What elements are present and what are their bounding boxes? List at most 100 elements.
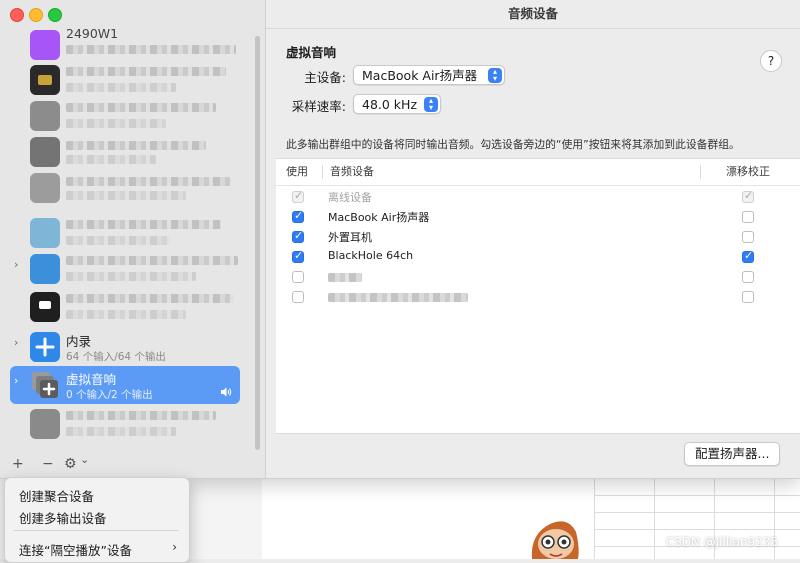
column-header-use[interactable]: 使用 (286, 159, 308, 185)
blurred-text (66, 427, 176, 436)
device-name: MacBook Air扬声器 (328, 211, 430, 224)
sidebar-scrollbar[interactable] (255, 36, 260, 450)
device-name: 虚拟音响 (66, 372, 117, 387)
blurred-text (66, 236, 171, 245)
device-item-blurred[interactable] (10, 405, 240, 443)
device-table: 使用 音频设备 漂移校正 ✓ 离线设备 ✓ ✓ MacBook Air扬声器 ✓… (276, 158, 800, 434)
close-window-button[interactable] (10, 8, 24, 22)
blurred-text (66, 155, 156, 164)
minimize-window-button[interactable] (29, 8, 43, 22)
drift-correction-checkbox[interactable] (742, 271, 754, 283)
blurred-text (66, 141, 206, 150)
blurred-text (66, 294, 234, 303)
device-title: 虚拟音响 (286, 45, 337, 60)
blurred-icon (30, 254, 60, 284)
blurred-text (66, 220, 221, 229)
master-device-label: 主设备: (304, 70, 346, 85)
remove-device-button[interactable]: − (42, 456, 54, 472)
disclosure-chevron-icon[interactable]: › (14, 374, 18, 387)
sample-rate-label: 采样速率: (291, 99, 346, 114)
menu-separator (13, 530, 179, 531)
menu-item-create-multi-output[interactable]: 创建多输出设备 (19, 508, 107, 527)
blurred-text (66, 67, 226, 76)
mascot-image (531, 521, 579, 559)
blurred-text (328, 293, 468, 302)
drift-correction-checkbox[interactable] (742, 231, 754, 243)
use-checkbox[interactable]: ✓ (292, 249, 304, 263)
sidebar-toolbar: + − ⚙︎ ⌄ (0, 452, 265, 478)
blurred-icon (30, 173, 60, 203)
blurred-icon-detail (38, 75, 52, 85)
device-io-count: 0 个输入/2 个输出 (66, 389, 153, 401)
monitor-icon (30, 30, 60, 60)
use-checkbox[interactable] (292, 271, 304, 283)
drift-correction-checkbox[interactable] (742, 211, 754, 223)
table-row (276, 267, 800, 287)
aggregate-device-icon (30, 332, 60, 362)
device-item-blurred[interactable] (10, 61, 240, 99)
table-row: ✓ MacBook Air扬声器 (276, 207, 800, 227)
column-divider (322, 165, 323, 179)
column-header-drift[interactable]: 漂移校正 (726, 159, 770, 185)
device-item-blurred[interactable] (10, 97, 240, 135)
device-io-count: 64 个输入/64 个输出 (66, 351, 166, 363)
submenu-chevron-icon: › (172, 540, 177, 554)
configure-speakers-button[interactable]: 配置扬声器... (684, 442, 781, 466)
device-item-blurred[interactable]: › (10, 250, 240, 288)
drift-correction-checkbox[interactable]: ✓ (742, 249, 754, 263)
blurred-text (66, 177, 231, 186)
device-name: 2490W1 (66, 26, 119, 41)
help-button[interactable]: ? (760, 50, 782, 72)
blurred-icon (30, 137, 60, 167)
device-item-multi-output[interactable]: › 虚拟音响 0 个输入/2 个输出 (10, 366, 240, 404)
add-device-button[interactable]: + (12, 456, 24, 472)
use-checkbox[interactable]: ✓ (292, 209, 304, 223)
drift-correction-checkbox[interactable] (742, 291, 754, 303)
sample-rate-popup[interactable]: 48.0 kHz ▴ ▾ (353, 94, 441, 114)
blurred-text (66, 256, 238, 265)
column-header-device[interactable]: 音频设备 (330, 159, 374, 185)
device-name: 离线设备 (328, 191, 372, 204)
menu-item-create-aggregate[interactable]: 创建聚合设备 (19, 486, 94, 505)
gear-icon[interactable]: ⚙︎ (64, 456, 77, 472)
use-checkbox[interactable]: ✓ (292, 229, 304, 243)
device-item-aggregate[interactable]: › 内录 64 个输入/64 个输出 (10, 328, 240, 366)
use-checkbox[interactable] (292, 291, 304, 303)
disclosure-chevron-icon[interactable]: › (14, 258, 18, 271)
table-row: ✓ BlackHole 64ch ✓ (276, 247, 800, 267)
sidebar: 2490W1 › › 内录 64 个输入/64 个输出 › 虚拟音响 0 个输入… (0, 0, 266, 478)
menu-item-connect-airplay[interactable]: 连接“隔空播放”设备 (19, 540, 132, 559)
watermark: CSDN @Jillian9235 (665, 535, 778, 549)
device-name: BlackHole 64ch (328, 249, 414, 262)
blurred-text (66, 103, 216, 112)
blurred-text (66, 310, 186, 319)
audio-midi-setup-window: 2490W1 › › 内录 64 个输入/64 个输出 › 虚拟音响 0 个输入… (0, 0, 800, 479)
add-device-menu: 创建聚合设备 创建多输出设备 连接“隔空播放”设备 › (4, 477, 190, 563)
device-item-2490w1[interactable]: 2490W1 (10, 25, 240, 63)
use-checkbox[interactable]: ✓ (292, 189, 304, 203)
drift-correction-checkbox[interactable]: ✓ (742, 189, 754, 203)
device-item-blurred[interactable] (10, 133, 240, 171)
blurred-text (66, 83, 176, 92)
device-item-blurred[interactable] (10, 169, 240, 207)
disclosure-chevron-icon[interactable]: › (14, 336, 18, 349)
device-name: 内录 (66, 334, 92, 349)
blurred-text (66, 45, 236, 54)
blurred-text (66, 272, 196, 281)
chevron-down-icon[interactable]: ⌄ (80, 453, 89, 466)
table-row (276, 287, 800, 307)
device-name: 外置耳机 (328, 231, 372, 244)
master-device-popup[interactable]: MacBook Air扬声器 ▴ ▾ (353, 65, 505, 85)
popup-arrows-icon: ▴ ▾ (424, 97, 438, 112)
zoom-window-button[interactable] (48, 8, 62, 22)
device-item-blurred[interactable] (10, 214, 240, 252)
device-item-blurred[interactable] (10, 288, 240, 326)
table-row: ✓ 离线设备 ✓ (276, 187, 800, 207)
blurred-text (66, 119, 166, 128)
header-separator (276, 185, 800, 186)
popup-arrows-icon: ▴ ▾ (488, 68, 502, 83)
master-device-value: MacBook Air扬声器 (362, 68, 478, 83)
device-detail-pane: 音频设备 虚拟音响 ? 主设备: MacBook Air扬声器 ▴ ▾ 采样速率:… (266, 0, 800, 478)
blurred-icon (30, 101, 60, 131)
blurred-text (328, 273, 362, 282)
